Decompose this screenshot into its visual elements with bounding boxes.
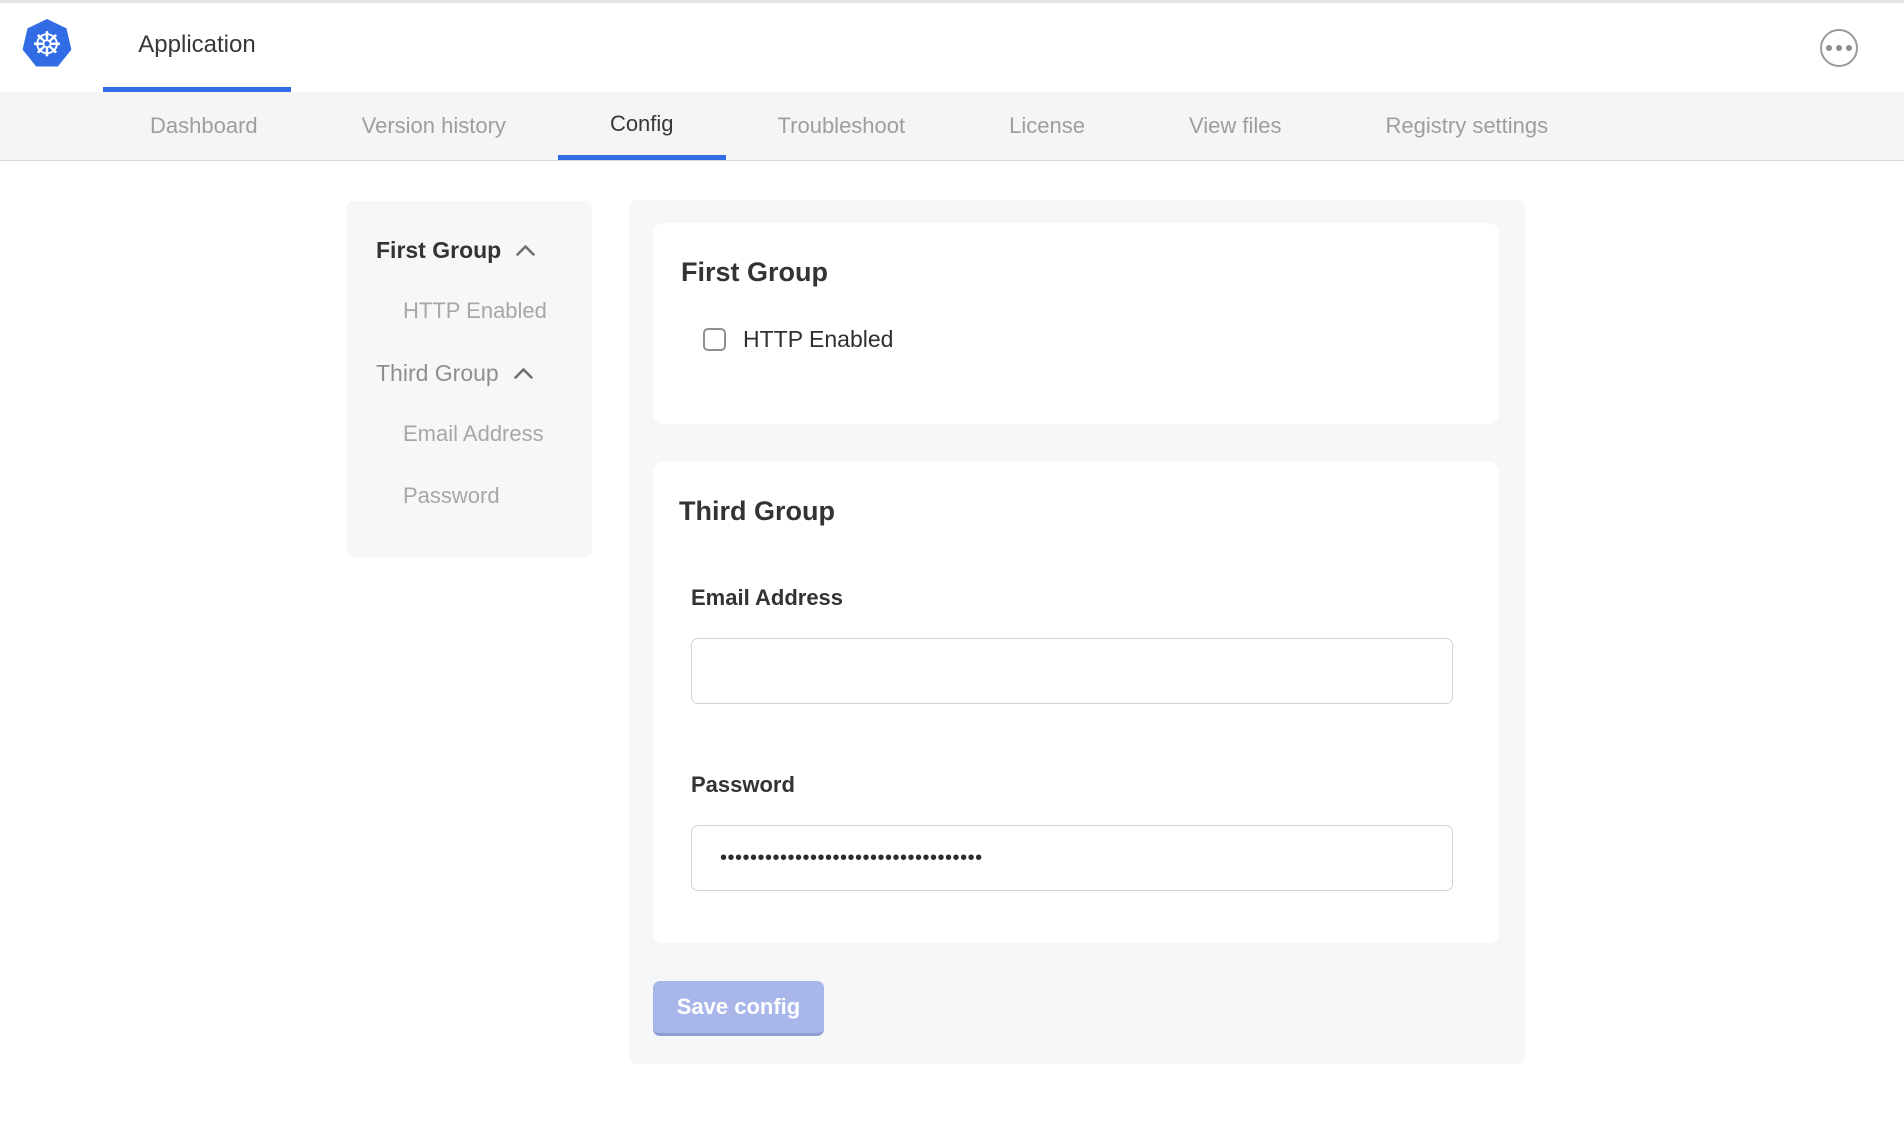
app-root: ☸ Application Dashboard Version history … [0,0,1904,1122]
group-title-third-group: Third Group [679,495,1473,527]
password-input[interactable] [691,825,1453,891]
tab-registry-settings[interactable]: Registry settings [1334,92,1601,160]
http-enabled-label[interactable]: HTTP Enabled [743,326,893,353]
config-group-third-group: Third Group Email Address Password [653,462,1499,943]
sidebar-group-third-group-label: Third Group [376,360,499,387]
tab-config[interactable]: Config [558,92,726,160]
sidebar-group-third-group[interactable]: Third Group [376,360,592,387]
tab-view-files[interactable]: View files [1137,92,1334,160]
config-page: First Group HTTP Enabled Third Group Ema… [0,161,1904,1122]
application-tab-label: Application [138,31,255,59]
tab-version-history[interactable]: Version history [310,92,558,160]
config-group-first-group: First Group HTTP Enabled [653,223,1499,424]
email-address-input[interactable] [691,638,1453,704]
password-label: Password [691,772,1473,798]
sidebar-item-password[interactable]: Password [403,483,592,509]
tab-license[interactable]: License [957,92,1137,160]
sidebar-item-email-address[interactable]: Email Address [403,421,592,447]
http-enabled-field: HTTP Enabled [703,326,1471,353]
chevron-up-icon [515,244,536,257]
chevron-up-icon [513,367,534,380]
app-subnav: Dashboard Version history Config Trouble… [0,92,1904,161]
tab-dashboard[interactable]: Dashboard [98,92,310,160]
email-address-label: Email Address [691,585,1473,611]
top-header: ☸ Application [0,0,1904,92]
svg-text:☸: ☸ [32,25,62,65]
sidebar-group-first-group[interactable]: First Group [376,237,592,264]
sidebar-item-http-enabled[interactable]: HTTP Enabled [403,298,592,324]
config-panel: First Group HTTP Enabled Third Group Ema… [629,200,1525,1064]
config-sidebar: First Group HTTP Enabled Third Group Ema… [346,201,592,557]
kubernetes-logo-icon: ☸ [22,19,72,69]
group-title-first-group: First Group [681,256,1471,288]
save-config-button[interactable]: Save config [653,981,824,1036]
ellipsis-menu-icon[interactable] [1820,29,1858,67]
sidebar-group-first-group-label: First Group [376,237,501,264]
tab-troubleshoot[interactable]: Troubleshoot [726,92,958,160]
http-enabled-checkbox[interactable] [703,328,726,351]
application-tab[interactable]: Application [103,3,291,92]
